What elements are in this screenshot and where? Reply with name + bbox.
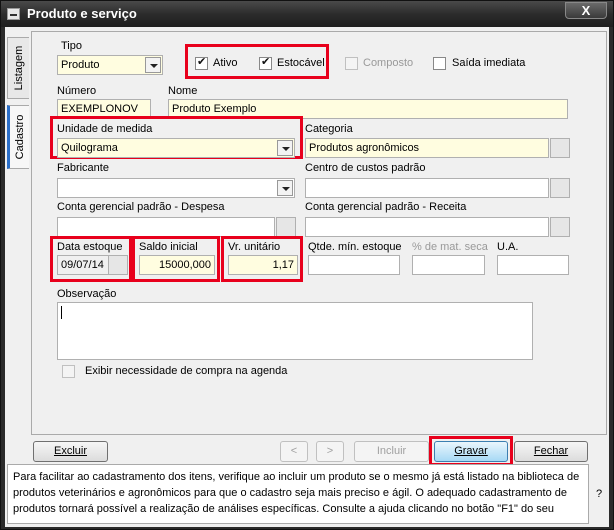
data-estoque-field[interactable]: 09/07/14: [57, 255, 112, 275]
ua-field[interactable]: [497, 255, 569, 275]
help-text: Para facilitar ao cadastramento dos iten…: [7, 464, 589, 524]
excluir-label: Excluir: [53, 445, 87, 457]
help-question-icon[interactable]: ?: [591, 464, 607, 524]
categoria-field[interactable]: Produtos agronômicos: [305, 138, 549, 158]
exibir-necessidade-checkbox[interactable]: [62, 365, 75, 378]
chevron-down-icon[interactable]: [277, 180, 293, 196]
tipo-label: Tipo: [61, 40, 82, 52]
centro-custos-lookup-button[interactable]: [550, 178, 570, 198]
title-bar[interactable]: Produto e serviço X: [1, 1, 613, 27]
centro-custos-label: Centro de custos padrão: [305, 162, 426, 174]
prev-button[interactable]: <: [280, 441, 308, 462]
conta-receita-lookup-button[interactable]: [550, 217, 570, 237]
mat-seca-label: % de mat. seca: [412, 241, 488, 253]
categoria-label: Categoria: [305, 123, 353, 135]
vr-unitario-field[interactable]: 1,17: [228, 255, 298, 275]
button-bar: Excluir < > Incluir Gravar Fechar: [9, 436, 607, 466]
estocavel-checkbox[interactable]: [259, 55, 272, 70]
unidade-value: Quilograma: [61, 142, 118, 154]
categoria-lookup-button[interactable]: [550, 138, 570, 158]
unidade-select[interactable]: Quilograma: [57, 138, 295, 158]
observacao-textarea[interactable]: [57, 302, 533, 360]
fechar-button[interactable]: Fechar: [514, 441, 588, 462]
saida-imediata-label: Saída imediata: [452, 57, 526, 69]
conta-despesa-lookup-button[interactable]: [276, 217, 296, 237]
tipo-value: Produto: [61, 59, 100, 71]
tipo-select[interactable]: Produto: [57, 55, 163, 75]
gravar-label: Gravar: [454, 445, 488, 457]
composto-label: Composto: [363, 57, 414, 69]
tab-listagem[interactable]: Listagem: [7, 37, 29, 99]
ua-label: U.A.: [497, 241, 519, 253]
conta-receita-field[interactable]: [305, 217, 549, 237]
centro-custos-field[interactable]: [305, 178, 549, 198]
conta-despesa-field[interactable]: [57, 217, 275, 237]
window-title: Produto e serviço: [27, 6, 137, 21]
conta-receita-label: Conta gerencial padrão - Receita: [305, 201, 467, 213]
saldo-inicial-label: Saldo inicial: [139, 241, 198, 253]
fechar-label: Fechar: [533, 445, 569, 457]
ativo-label: Ativo: [213, 57, 238, 69]
system-menu-icon[interactable]: [7, 8, 20, 20]
gravar-button[interactable]: Gravar: [434, 441, 508, 462]
numero-label: Número: [57, 85, 97, 97]
mat-seca-field[interactable]: [412, 255, 485, 275]
nome-label: Nome: [168, 85, 198, 97]
exibir-necessidade-label: Exibir necessidade de compra na agenda: [85, 365, 288, 377]
qtde-min-label: Qtde. mín. estoque: [308, 241, 402, 253]
ativo-checkbox[interactable]: [195, 55, 208, 70]
vr-unitario-label: Vr. unitário: [228, 241, 281, 253]
estocavel-label: Estocável: [277, 57, 325, 69]
saida-imediata-checkbox[interactable]: [433, 57, 446, 70]
product-window: Produto e serviço X Listagem Cadastro Ti…: [0, 0, 614, 530]
client-area: Listagem Cadastro Tipo Produto Ativo Est…: [5, 27, 609, 527]
text-caret: [61, 306, 62, 319]
data-estoque-label: Data estoque: [57, 241, 123, 253]
observacao-label: Observação: [57, 288, 117, 300]
cadastro-panel: Tipo Produto Ativo Estocável Composto Sa…: [31, 31, 607, 435]
incluir-button[interactable]: Incluir: [354, 441, 429, 462]
qtde-min-field[interactable]: [308, 255, 400, 275]
excluir-button[interactable]: Excluir: [33, 441, 108, 462]
tab-listagem-label: Listagem: [12, 45, 25, 91]
fabricante-label: Fabricante: [57, 162, 109, 174]
close-button[interactable]: X: [565, 2, 607, 19]
conta-despesa-label: Conta gerencial padrão - Despesa: [57, 201, 225, 213]
tab-cadastro-label: Cadastro: [13, 114, 26, 160]
fabricante-select[interactable]: [57, 178, 295, 198]
calendar-icon[interactable]: [108, 255, 128, 275]
tab-cadastro[interactable]: Cadastro: [7, 105, 29, 169]
next-button[interactable]: >: [316, 441, 344, 462]
saldo-inicial-field[interactable]: 15000,000: [139, 255, 215, 275]
chevron-down-icon[interactable]: [277, 140, 293, 156]
chevron-down-icon[interactable]: [145, 57, 161, 73]
composto-checkbox[interactable]: [345, 57, 358, 70]
unidade-label: Unidade de medida: [57, 123, 153, 135]
